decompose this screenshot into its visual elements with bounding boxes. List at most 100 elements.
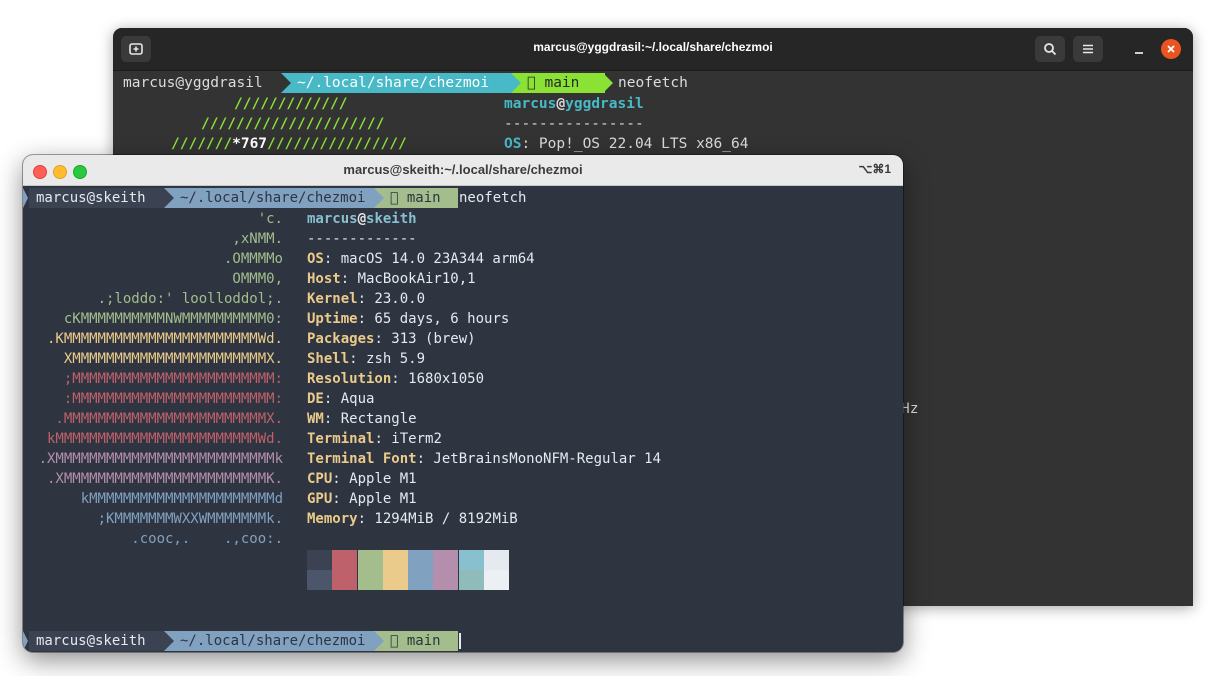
info-key: Host (307, 271, 341, 287)
info-row: WM: Rectangle (307, 409, 417, 429)
ascii-line: XMMMMMMMMMMMMMMMMMMMMMMMX. (63, 351, 283, 367)
info-row: Uptime: 65 days, 6 hours (307, 309, 509, 329)
prompt-start-marker (23, 631, 28, 651)
ascii-line: .OMMMMo (223, 251, 283, 267)
prompt-command: neofetch (459, 190, 527, 206)
back-info-separator: ---------------- (504, 116, 644, 132)
info-row: Packages: 313 (brew) (307, 329, 476, 349)
search-button[interactable] (1035, 36, 1065, 62)
prompt-user-segment: marcus@yggdrasil (117, 73, 281, 93)
prompt-user-segment: marcus@skeith (29, 188, 164, 208)
prompt-path-segment: ~/.local/share/chezmoi (164, 188, 374, 208)
info-value: : Rectangle (323, 411, 417, 427)
ascii-line: .XMMMMMMMMMMMMMMMMMMMMMMMMK. (46, 471, 283, 487)
info-value: : 1294MiB / 8192MiB (357, 511, 518, 527)
minimize-icon (1135, 52, 1143, 54)
info-userhost: marcus@skeith (307, 209, 417, 229)
close-button[interactable] (1161, 39, 1181, 59)
info-value: : iTerm2 (374, 431, 442, 447)
info-value: : Aqua (323, 391, 375, 407)
info-row: Shell: zsh 5.9 (307, 349, 425, 369)
prompt-user-segment: marcus@skeith (29, 631, 164, 651)
back-partial-text: Hz (901, 401, 919, 417)
back-ascii-line: ///////////////////// (201, 116, 385, 132)
prompt-separator (374, 188, 384, 208)
prompt-separator (164, 188, 174, 208)
info-row: Memory: 1294MiB / 8192MiB (307, 509, 518, 529)
info-row: Host: MacBookAir10,1 (307, 269, 476, 289)
ascii-part: *767 (232, 136, 268, 152)
info-value: : Apple M1 (332, 471, 417, 487)
color-swatch (332, 550, 358, 570)
back-info-userhost: marcus@yggdrasil (504, 94, 644, 114)
info-value: : 23.0.0 (357, 291, 426, 307)
prompt-separator (511, 73, 521, 93)
window-shortcut: ⌥⌘1 (858, 162, 891, 176)
ascii-line: :MMMMMMMMMMMMMMMMMMMMMMMM: (63, 391, 283, 407)
color-swatch (332, 570, 358, 590)
info-row: Terminal: iTerm2 (307, 429, 442, 449)
back-ascii-line: ///////////// (234, 96, 348, 112)
front-titlebar[interactable]: marcus@skeith:~/.local/share/chezmoi ⌥⌘1 (23, 155, 903, 186)
ascii-line: .XMMMMMMMMMMMMMMMMMMMMMMMMMMk (38, 451, 283, 467)
front-window-title: marcus@skeith:~/.local/share/chezmoi (343, 162, 583, 177)
info-key: DE (307, 391, 324, 407)
info-key: OS (504, 136, 522, 152)
ascii-line: ,xNMM. (232, 231, 283, 247)
color-swatch (458, 570, 484, 590)
color-swatch (382, 570, 408, 590)
text-cursor[interactable] (459, 633, 461, 649)
info-row: OS: macOS 14.0 23A344 arm64 (307, 249, 535, 269)
front-terminal-content[interactable]: marcus@skeith ~/.local/share/chezmoi  m… (23, 186, 903, 652)
back-ascii-line: ///////*767//////////////// (171, 134, 407, 154)
info-value: : 1680x1050 (391, 371, 485, 387)
back-titlebar[interactable]: marcus@yggdrasil:~/.local/share/chezmoi (113, 28, 1193, 71)
ascii-line: .MMMMMMMMMMMMMMMMMMMMMMMMX. (55, 411, 283, 427)
back-window-title: marcus@yggdrasil:~/.local/share/chezmoi (533, 40, 773, 54)
color-swatch (408, 550, 433, 570)
color-swatch (307, 550, 332, 570)
color-swatch (357, 570, 383, 590)
info-separator: ------------- (307, 231, 417, 247)
back-prompt-line: marcus@yggdrasil ~/.local/share/chezmoi … (113, 72, 688, 94)
ascii-line: .;loddo:' loolloddol;. (97, 291, 283, 307)
prompt-separator (442, 631, 452, 651)
prompt-separator (281, 73, 291, 93)
prompt-separator (164, 631, 174, 651)
prompt-separator (442, 188, 452, 208)
color-swatch (433, 550, 459, 570)
prompt-separator (374, 631, 384, 651)
minimize-button[interactable] (1129, 40, 1149, 60)
front-terminal-window[interactable]: marcus@skeith:~/.local/share/chezmoi ⌥⌘1… (23, 155, 903, 652)
prompt-path-segment: ~/.local/share/chezmoi (281, 73, 511, 93)
color-swatch (357, 550, 383, 570)
ascii-line: kMMMMMMMMMMMMMMMMMMMMMMd (80, 491, 283, 507)
back-info-os: OS: Pop!_OS 22.04 LTS x86_64 (504, 134, 748, 154)
info-value: : 313 (brew) (374, 331, 476, 347)
info-value: : Apple M1 (332, 491, 417, 507)
prompt-start-marker (23, 188, 28, 208)
prompt-path-segment: ~/.local/share/chezmoi (164, 631, 374, 651)
info-row: Terminal Font: JetBrainsMonoNFM-Regular … (307, 449, 661, 469)
ascii-part: //////////////// (267, 136, 407, 152)
info-key: GPU (307, 491, 333, 507)
info-at: @ (556, 96, 566, 112)
info-value: : 65 days, 6 hours (357, 311, 510, 327)
hamburger-icon (1083, 44, 1093, 54)
info-key: Shell (307, 351, 350, 367)
ascii-line: .cooc,. .,coo:. (131, 531, 283, 547)
ascii-line: ;KMMMMMMMWXXWMMMMMMMk. (97, 511, 283, 527)
color-swatch (382, 550, 408, 570)
info-key: Memory (307, 511, 358, 527)
info-host: skeith (366, 211, 417, 227)
search-icon (1044, 43, 1057, 56)
color-swatch (458, 550, 484, 570)
menu-button[interactable] (1073, 36, 1103, 62)
info-key: CPU (307, 471, 333, 487)
info-user: marcus (307, 211, 358, 227)
info-value: : Pop!_OS 22.04 LTS x86_64 (521, 136, 749, 152)
info-key: Packages (307, 331, 375, 347)
ascii-line: cKMMMMMMMMMMNWMMMMMMMMMM0: (63, 311, 283, 327)
prompt-command: neofetch (618, 75, 688, 91)
info-row: GPU: Apple M1 (307, 489, 417, 509)
